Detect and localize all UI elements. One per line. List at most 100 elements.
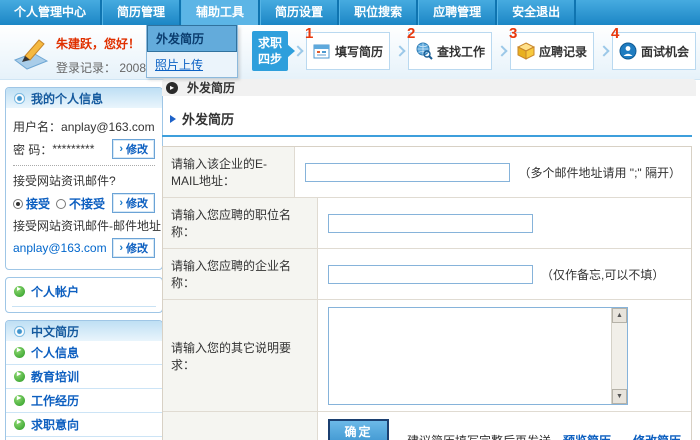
newsletter-radio-row: 接受 不接受 › 修改 <box>13 193 155 213</box>
radio-decline[interactable] <box>56 199 66 209</box>
person-circle-icon <box>619 42 637 60</box>
bullet-target-icon <box>14 93 25 104</box>
dropdown-item-send-resume[interactable]: 外发简历 <box>147 25 237 52</box>
other-requirements-textarea-frame: ▲ ▼ <box>328 307 628 405</box>
company-row: 请输入您应聘的企业名称： （仅作备忘,可以不填） <box>163 249 691 300</box>
dropdown-item-photo-upload[interactable]: 照片上传 <box>147 52 237 77</box>
chinese-resume-header: 中文简历 <box>6 321 162 341</box>
username-value: anplay@163.com <box>61 120 155 134</box>
step-application-records[interactable]: 3 应聘记录 <box>510 32 594 70</box>
sidebar-item-education-training[interactable]: 教育培训 <box>6 365 162 389</box>
account-box: 个人帐户 <box>5 277 163 313</box>
auxiliary-tools-dropdown: 外发简历 照片上传 <box>146 25 238 78</box>
job-steps-bar: 求职 四步 1 填写简历 2 <box>252 31 696 71</box>
modify-resume-link[interactable]: 修改简历 <box>633 432 681 440</box>
divider <box>12 306 156 307</box>
radio-accept[interactable] <box>13 199 23 209</box>
step-interview-chances[interactable]: 4 面试机会 <box>612 32 696 70</box>
submit-row: 确定发送 建议简历填写完整后再发送 预览简历 修改简历 <box>163 412 691 440</box>
cube-icon <box>517 42 535 60</box>
nav-item-job-search[interactable]: 职位搜索 <box>339 0 418 25</box>
company-email-input[interactable] <box>305 163 510 182</box>
preview-resume-link[interactable]: 预览简历 <box>563 432 611 440</box>
calendar-icon <box>313 42 331 60</box>
radio-accept-label[interactable]: 接受 <box>26 195 50 212</box>
bullet-target-icon <box>14 326 25 337</box>
modify-password-button[interactable]: › 修改 <box>112 139 155 159</box>
green-arrow-icon <box>14 371 25 382</box>
header-band: 朱建跃，您好！ 登录记录： 2008-8-27 第 求职 四步 1 填写简历 <box>0 25 700 80</box>
newsletter-email-row: anplay@163.com › 修改 <box>13 238 155 258</box>
nav-item-personal-center[interactable]: 个人管理中心 <box>0 0 102 25</box>
step-fill-resume[interactable]: 1 填写简历 <box>306 32 390 70</box>
company-label: 请输入您应聘的企业名称： <box>163 249 318 299</box>
arrow-right-icon: › <box>119 197 123 209</box>
position-name-input[interactable] <box>328 214 533 233</box>
chevron-separator-icon <box>496 45 507 56</box>
step-number: 2 <box>407 25 415 42</box>
breadcrumb-label: 外发简历 <box>187 79 235 96</box>
nav-item-auxiliary-tools[interactable]: 辅助工具 <box>181 0 260 25</box>
chevron-separator-icon <box>394 45 405 56</box>
pencil-pad-icon <box>12 35 50 71</box>
send-resume-form: 请输入该企业的E-MAIL地址： （多个邮件地址请用 ";" 隔开） 请输入您应… <box>162 146 692 440</box>
position-label: 请输入您应聘的职位名称： <box>163 198 318 248</box>
password-value: ********* <box>52 142 94 156</box>
green-arrow-icon <box>14 395 25 406</box>
sidebar-item-work-experience[interactable]: 工作经历 <box>6 389 162 413</box>
sidebar: 我的个人信息 用户名：anplay@163.com 密 码：********* … <box>5 87 163 440</box>
newsletter-email-caption: 接受网站资讯邮件-邮件地址 <box>13 217 155 234</box>
company-name-input[interactable] <box>328 265 533 284</box>
nav-item-application-management[interactable]: 应聘管理 <box>418 0 497 25</box>
green-arrow-icon <box>14 286 25 297</box>
four-steps-badge: 求职 四步 <box>252 31 288 71</box>
sidebar-item-personal-info[interactable]: 个人信息 <box>6 341 162 365</box>
user-name: 朱建跃 <box>56 37 92 51</box>
page-title: 外发简历 <box>170 109 696 128</box>
username-row: 用户名：anplay@163.com <box>13 118 155 135</box>
radio-decline-label[interactable]: 不接受 <box>69 195 105 212</box>
step-number: 3 <box>509 25 517 42</box>
nav-item-logout[interactable]: 安全退出 <box>497 0 576 25</box>
nav-item-resume-settings[interactable]: 简历设置 <box>260 0 339 25</box>
chinese-resume-box: 中文简历 个人信息 教育培训 工作经历 求职意向 <box>5 320 163 440</box>
green-arrow-icon <box>14 347 25 358</box>
greeting-text: ，您好！ <box>92 37 140 51</box>
modify-email-button[interactable]: › 修改 <box>112 238 155 258</box>
email-label: 请输入该企业的E-MAIL地址： <box>163 147 295 197</box>
password-row: 密 码：********* › 修改 <box>13 139 155 159</box>
submit-hint: 建议简历填写完整后再发送 <box>407 432 551 440</box>
globe-search-icon <box>415 42 433 60</box>
green-arrow-icon <box>14 419 25 430</box>
main-content: ▸ 外发简历 外发简历 请输入该企业的E-MAIL地址： （多个邮件地址请用 "… <box>162 79 696 440</box>
chevron-separator-icon <box>598 45 609 56</box>
dotted-divider <box>13 165 155 166</box>
newsletter-email-value: anplay@163.com <box>13 241 107 255</box>
other-requirements-textarea[interactable] <box>329 308 611 404</box>
section-underline <box>162 135 692 137</box>
top-navigation: 个人管理中心 简历管理 辅助工具 简历设置 职位搜索 应聘管理 安全退出 <box>0 0 700 25</box>
step-number: 1 <box>305 25 313 42</box>
profile-box-header: 我的个人信息 <box>6 88 162 108</box>
sidebar-item-personal-account[interactable]: 个人帐户 <box>6 278 162 303</box>
email-note: （多个邮件地址请用 ";" 隔开） <box>518 164 681 181</box>
textarea-scrollbar[interactable]: ▲ ▼ <box>611 308 627 404</box>
send-button[interactable]: 确定发送 <box>328 419 389 440</box>
profile-box: 我的个人信息 用户名：anplay@163.com 密 码：********* … <box>5 87 163 270</box>
breadcrumb-icon: ▸ <box>166 82 178 94</box>
breadcrumb: ▸ 外发简历 <box>162 79 696 96</box>
modify-newsletter-button[interactable]: › 修改 <box>112 193 155 213</box>
step-number: 4 <box>611 25 619 42</box>
page: 个人管理中心 简历管理 辅助工具 简历设置 职位搜索 应聘管理 安全退出 外发简… <box>0 0 700 440</box>
step-find-job[interactable]: 2 查找工作 <box>408 32 492 70</box>
sidebar-item-job-intention[interactable]: 求职意向 <box>6 413 162 437</box>
scroll-down-icon[interactable]: ▼ <box>612 389 627 404</box>
scroll-up-icon[interactable]: ▲ <box>612 308 627 323</box>
other-requirements-row: 请输入您的其它说明要求： ▲ ▼ <box>163 300 691 412</box>
empty-label-cell <box>163 412 318 440</box>
email-row: 请输入该企业的E-MAIL地址： （多个邮件地址请用 ";" 隔开） <box>163 147 691 198</box>
nav-item-resume-management[interactable]: 简历管理 <box>102 0 181 25</box>
other-label: 请输入您的其它说明要求： <box>163 300 318 411</box>
company-note: （仅作备忘,可以不填） <box>541 266 664 283</box>
arrow-right-icon: › <box>119 143 123 155</box>
